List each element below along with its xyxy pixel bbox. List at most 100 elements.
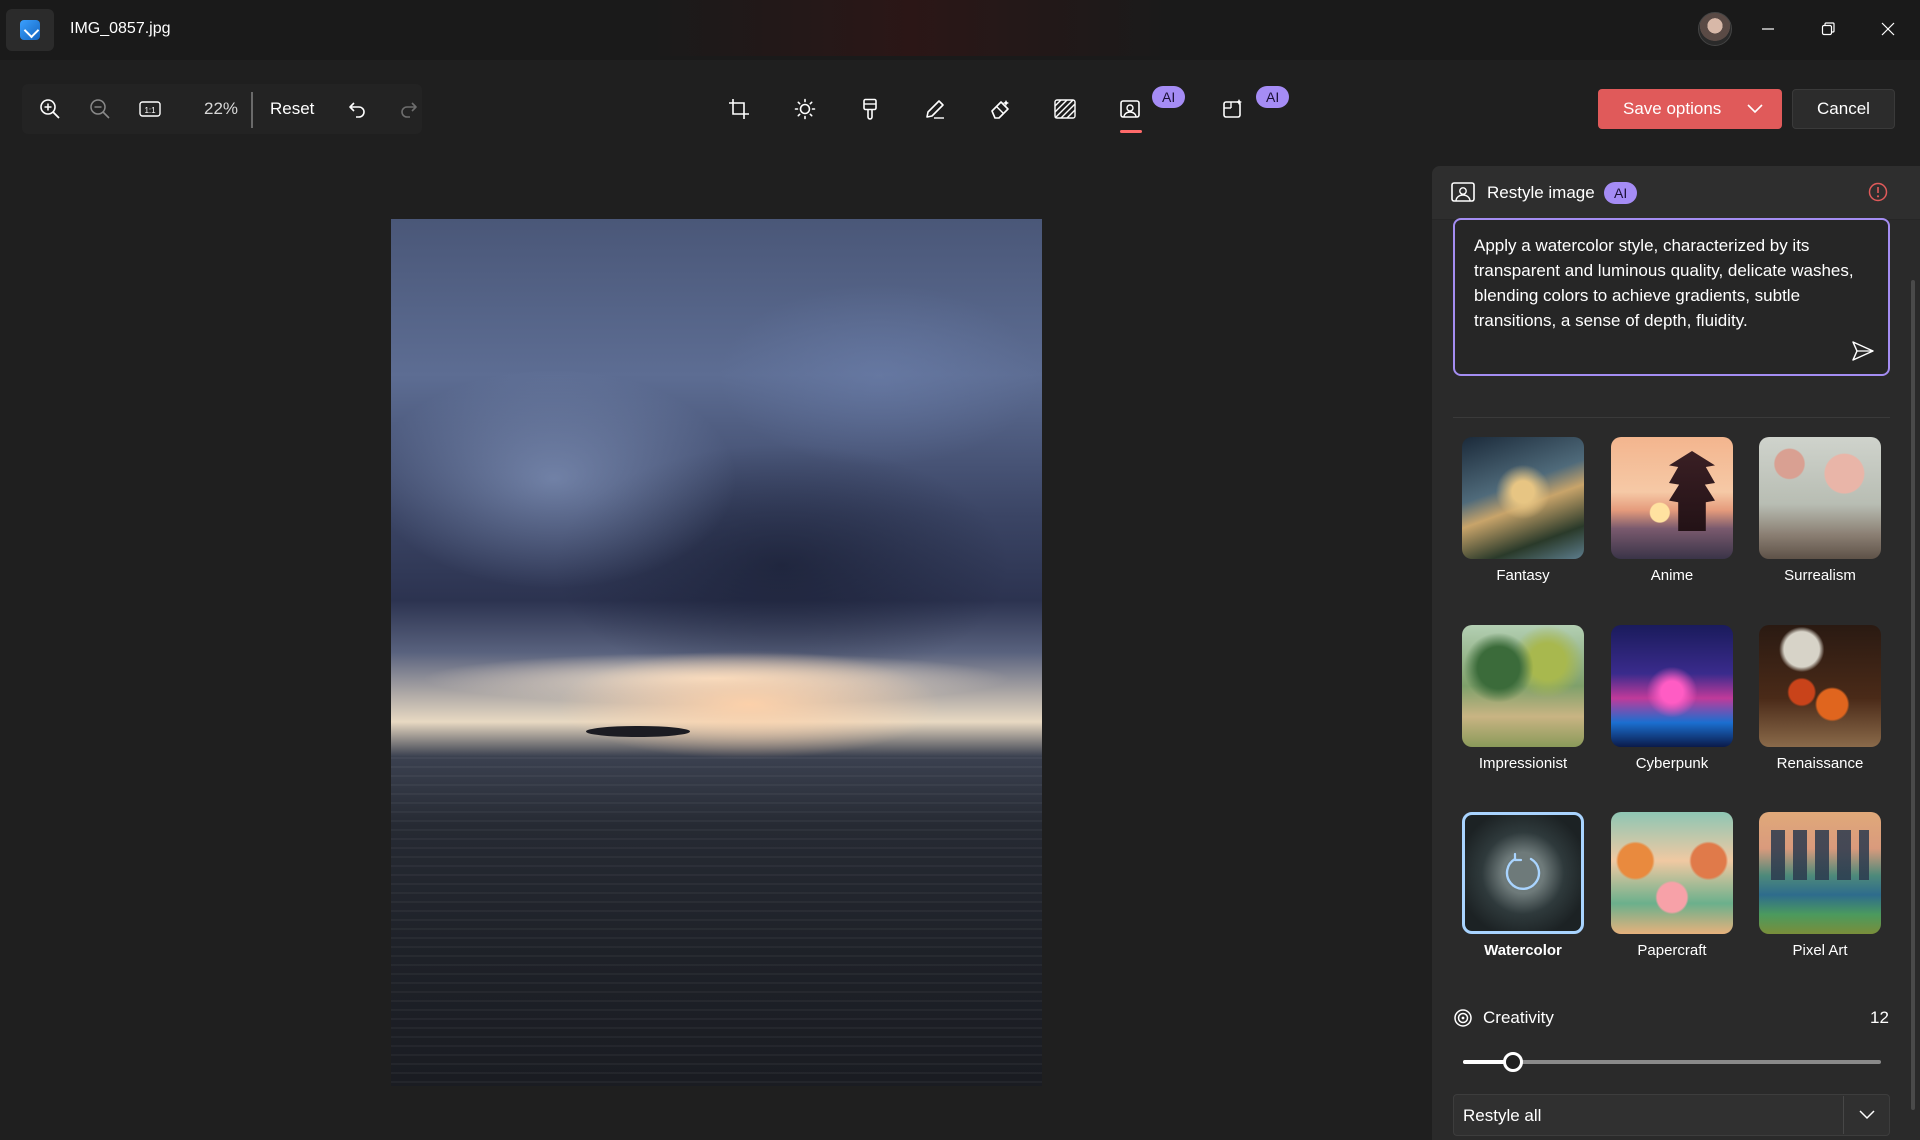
dropdown-divider — [1843, 1096, 1844, 1134]
style-tile-impressionist[interactable]: Impressionist — [1462, 625, 1584, 775]
zoom-level[interactable]: 22% — [204, 99, 238, 119]
style-thumbnail — [1611, 437, 1733, 559]
undo-icon — [349, 102, 365, 118]
prompt-text[interactable]: Apply a watercolor style, characterized … — [1474, 233, 1874, 333]
crop-icon — [729, 99, 749, 119]
ai-badge: AI — [1256, 86, 1290, 108]
send-icon — [1852, 341, 1874, 361]
photos-app-icon — [20, 20, 40, 40]
pen-icon — [926, 100, 944, 119]
crop-tool[interactable] — [714, 84, 764, 134]
chevron-down-icon — [1859, 1110, 1875, 1120]
panel-scrollbar[interactable] — [1911, 280, 1915, 1110]
style-thumbnail — [1611, 812, 1733, 934]
generative-tool[interactable] — [1208, 84, 1258, 134]
background-tool[interactable] — [1040, 84, 1090, 134]
chevron-down-icon — [1747, 104, 1763, 114]
restyle-tool[interactable] — [1105, 84, 1155, 134]
creativity-slider-track[interactable] — [1463, 1060, 1881, 1064]
actual-size-icon: 1:1 — [139, 101, 161, 117]
style-tile-cyberpunk[interactable]: Cyberpunk — [1611, 625, 1733, 775]
adjust-tool[interactable] — [780, 84, 830, 134]
style-tile-anime[interactable]: Anime — [1611, 437, 1733, 587]
svg-text:1:1: 1:1 — [144, 106, 156, 115]
ai-badge: AI — [1152, 86, 1186, 108]
style-tile-renaissance[interactable]: Renaissance — [1759, 625, 1881, 775]
distant-boat — [586, 726, 691, 738]
dropdown-chevron[interactable] — [1854, 1103, 1880, 1127]
app-icon[interactable] — [6, 9, 54, 51]
style-tile-pixel-art[interactable]: Pixel Art — [1759, 812, 1881, 962]
title-bar-glow — [650, 0, 1170, 56]
close-icon — [1881, 22, 1895, 36]
minimize-button[interactable] — [1750, 14, 1786, 44]
zoom-out-button[interactable] — [78, 84, 122, 134]
brightness-icon — [794, 98, 816, 120]
creativity-value: 12 — [1870, 1008, 1889, 1027]
style-label: Watercolor — [1484, 942, 1562, 959]
style-thumbnail — [1462, 625, 1584, 747]
markup-tool[interactable] — [910, 84, 960, 134]
creativity-slider-thumb[interactable] — [1503, 1052, 1523, 1072]
background-icon — [1054, 99, 1076, 119]
style-label: Anime — [1650, 567, 1694, 584]
actual-size-button[interactable]: 1:1 — [128, 84, 172, 134]
restyle-icon — [1120, 100, 1140, 118]
style-thumbnail — [1759, 812, 1881, 934]
style-label: Surrealism — [1784, 567, 1856, 584]
style-label: Pixel Art — [1792, 942, 1848, 959]
style-tile-fantasy[interactable]: Fantasy — [1462, 437, 1584, 587]
restyle-icon — [1451, 182, 1475, 202]
info-button[interactable] — [1866, 180, 1890, 204]
send-prompt-button[interactable] — [1848, 338, 1878, 364]
erase-tool[interactable] — [975, 84, 1025, 134]
style-label: Papercraft — [1637, 942, 1707, 959]
close-button[interactable] — [1870, 14, 1906, 44]
style-label: Cyberpunk — [1635, 755, 1709, 772]
style-thumbnail — [1462, 437, 1584, 559]
target-icon — [1454, 1009, 1472, 1027]
restyle-mode-value: Restyle all — [1463, 1106, 1542, 1125]
eraser-icon — [991, 100, 1009, 119]
zoom-out-icon — [90, 99, 110, 119]
creativity-icon — [1452, 1007, 1474, 1029]
loading-spinner-icon — [1505, 852, 1541, 891]
style-label: Renaissance — [1776, 755, 1864, 772]
image-canvas[interactable] — [391, 219, 1042, 1086]
style-tile-surrealism[interactable]: Surrealism — [1759, 437, 1881, 587]
creativity-label: Creativity — [1483, 1008, 1554, 1027]
style-label: Fantasy — [1496, 567, 1550, 584]
sea-texture — [391, 756, 1042, 1086]
zoom-toolbar: 1:1 22% Reset — [22, 84, 422, 134]
zoom-in-icon — [40, 99, 60, 119]
toolbar-divider — [251, 92, 253, 128]
reset-button[interactable]: Reset — [270, 99, 314, 119]
style-thumbnail — [1611, 625, 1733, 747]
redo-icon — [401, 102, 417, 118]
restyle-panel-icon — [1451, 180, 1477, 204]
file-name: IMG_0857.jpg — [70, 20, 171, 37]
ai-badge: AI — [1604, 182, 1638, 204]
filter-tool[interactable] — [845, 84, 895, 134]
info-icon — [1868, 182, 1888, 202]
style-tile-papercraft[interactable]: Papercraft — [1611, 812, 1733, 962]
zoom-in-button[interactable] — [28, 84, 72, 134]
style-thumbnail — [1759, 625, 1881, 747]
style-label: Impressionist — [1478, 755, 1568, 772]
filter-icon — [863, 98, 877, 120]
undo-button[interactable] — [336, 84, 380, 134]
save-options-chevron[interactable] — [1743, 97, 1767, 121]
panel-separator — [1453, 417, 1890, 418]
redo-button[interactable] — [386, 84, 430, 134]
account-avatar[interactable] — [1698, 12, 1732, 46]
panel-title: Restyle image — [1487, 183, 1595, 202]
active-tool-indicator — [1120, 130, 1142, 133]
restore-icon — [1821, 22, 1835, 36]
style-tile-watercolor[interactable]: Watercolor — [1462, 812, 1584, 962]
style-thumbnail — [1462, 812, 1584, 934]
cancel-button[interactable]: Cancel — [1792, 89, 1895, 129]
generative-icon — [1223, 99, 1242, 118]
restore-button[interactable] — [1810, 14, 1846, 44]
save-options-label: Save options — [1623, 99, 1722, 118]
style-thumbnail — [1759, 437, 1881, 559]
